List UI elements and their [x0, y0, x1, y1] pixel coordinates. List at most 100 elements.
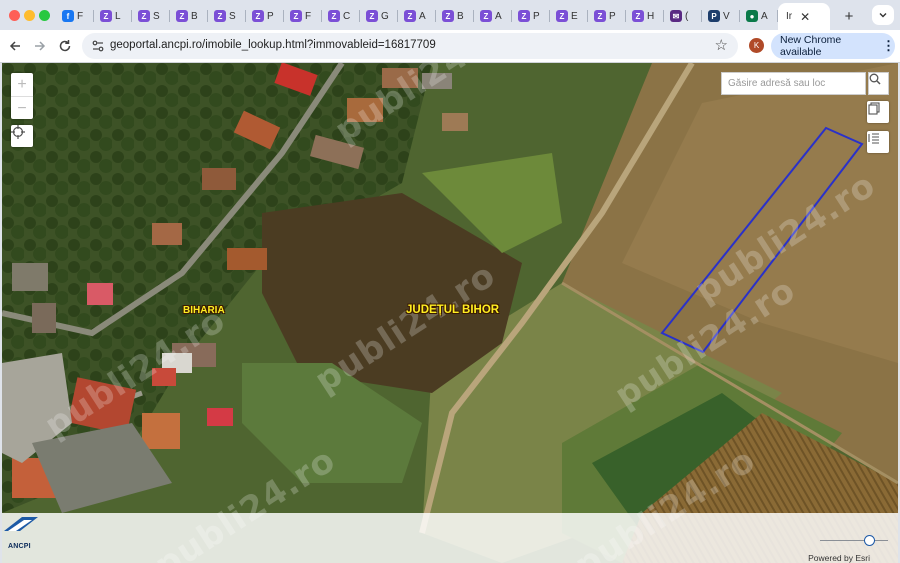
publi24-icon: Z — [632, 10, 644, 22]
tab-label: E — [571, 10, 578, 22]
close-window-button[interactable] — [9, 10, 20, 21]
tab-label: A — [495, 10, 502, 22]
tab-label: A — [419, 10, 426, 22]
tab-8[interactable]: ZC — [322, 4, 360, 28]
chrome-update-button[interactable]: New Chrome available ⋮ — [771, 33, 895, 59]
esri-attribution: Powered by Esri — [808, 553, 870, 563]
tab-18[interactable]: PV — [702, 4, 740, 28]
site-info-icon[interactable] — [91, 39, 105, 53]
layers-stack-icon — [868, 102, 880, 115]
tab-label: G — [381, 10, 389, 22]
url-text: geoportal.ancpi.ro/imobile_lookup.html?i… — [110, 39, 436, 51]
crosshair-icon — [11, 125, 25, 139]
tab-5[interactable]: ZS — [208, 4, 246, 28]
opacity-slider-track[interactable] — [820, 540, 888, 541]
tab-label: F — [77, 10, 84, 22]
tab-label: S — [153, 10, 160, 22]
tab-13[interactable]: ZP — [512, 4, 550, 28]
search-input[interactable] — [722, 73, 852, 94]
new-tab-button[interactable]: + — [838, 4, 860, 28]
locality-label: BIHARIA — [183, 305, 225, 316]
publi24-icon: Z — [214, 10, 226, 22]
tab-label: F — [305, 10, 312, 22]
basemap-button[interactable] — [867, 101, 889, 123]
publi24-icon: Z — [594, 10, 606, 22]
tab-9[interactable]: ZG — [360, 4, 398, 28]
maximize-window-button[interactable] — [39, 10, 50, 21]
publi24-icon: Z — [290, 10, 302, 22]
tab-label: L — [115, 10, 121, 22]
list-icon — [868, 133, 879, 144]
profile-avatar[interactable]: K — [749, 38, 764, 53]
publi24-icon: Z — [556, 10, 568, 22]
tab-6[interactable]: ZP — [246, 4, 284, 28]
publi24-icon: Z — [480, 10, 492, 22]
tab-4[interactable]: ZB — [170, 4, 208, 28]
tab-1[interactable]: fF — [56, 4, 94, 28]
bookmark-star-icon[interactable]: ☆ — [715, 36, 728, 54]
back-button[interactable] — [6, 37, 24, 55]
tab-search-button[interactable] — [872, 5, 894, 25]
mail-icon: ✉ — [670, 10, 682, 22]
tab-label: P — [609, 10, 616, 22]
zoom-control: + − — [11, 73, 33, 119]
arrow-right-icon — [35, 41, 46, 51]
tab-label: H — [647, 10, 655, 22]
tab-label: P — [267, 10, 274, 22]
opacity-slider-knob[interactable] — [864, 535, 875, 546]
tab-19[interactable]: ● A — [740, 4, 778, 28]
ancpi-logo-text: ANCPI — [8, 543, 31, 550]
tab-3[interactable]: ZS — [132, 4, 170, 28]
tab-active[interactable]: Ir ✕ — [778, 3, 830, 30]
tab-2[interactable]: ZL — [94, 4, 132, 28]
search-button[interactable] — [868, 72, 889, 95]
tab-label: S — [229, 10, 236, 22]
tab-11[interactable]: ZB — [436, 4, 474, 28]
more-menu-icon[interactable]: ⋮ — [882, 38, 895, 54]
chevron-down-icon — [879, 13, 887, 18]
ancpi-dot-icon: ● — [746, 10, 758, 22]
tab-12[interactable]: ZA — [474, 4, 512, 28]
tab-label: ( — [685, 10, 689, 22]
arrow-left-icon — [9, 41, 20, 51]
zoom-in-button[interactable]: + — [11, 73, 33, 96]
county-label: JUDEȚUL BIHOR — [406, 304, 500, 316]
tab-7[interactable]: ZF — [284, 4, 322, 28]
tab-label: B — [191, 10, 198, 22]
publi24-icon: Z — [366, 10, 378, 22]
tab-label: C — [343, 10, 351, 22]
locate-button[interactable] — [11, 125, 33, 147]
publi24-icon: Z — [442, 10, 454, 22]
tab-16[interactable]: ZH — [626, 4, 664, 28]
tab-active-label: Ir — [786, 11, 793, 22]
tab-15[interactable]: ZP — [588, 4, 626, 28]
layer-list-button[interactable] — [867, 131, 889, 153]
publi24-icon: Z — [518, 10, 530, 22]
close-tab-icon[interactable]: ✕ — [800, 10, 810, 24]
tab-label: B — [457, 10, 464, 22]
search-icon — [869, 73, 881, 85]
reload-button[interactable] — [56, 37, 74, 55]
tabs-row: f F Z L Z S Z B Z S Z P Z F Z C Z G Z A Z B Z A Z P Z E Z P Z H ✉(P V ● A I… — [56, 3, 860, 30]
tab-14[interactable]: ZE — [550, 4, 588, 28]
publi24-icon: Z — [252, 10, 264, 22]
minimize-window-button[interactable] — [24, 10, 35, 21]
tab-17[interactable]: ✉( — [664, 4, 702, 28]
tab-label: A — [761, 10, 768, 22]
tab-label: P — [533, 10, 540, 22]
update-label: New Chrome available — [780, 34, 842, 58]
address-search — [721, 72, 866, 95]
forward-button[interactable] — [31, 37, 49, 55]
publi24-icon: Z — [328, 10, 340, 22]
map-view[interactable]: publi24.ro publi24.ro publi24.ro publi24… — [2, 63, 898, 563]
publi24-icon: Z — [138, 10, 150, 22]
map-footer: ANCPI Powered by Esri — [2, 513, 898, 563]
publi24-icon: Z — [176, 10, 188, 22]
address-bar[interactable]: geoportal.ancpi.ro/imobile_lookup.html?i… — [82, 33, 738, 59]
tab-10[interactable]: ZA — [398, 4, 436, 28]
zoom-out-button[interactable]: − — [11, 96, 33, 120]
publi24-icon: Z — [100, 10, 112, 22]
publi24-icon: Z — [404, 10, 416, 22]
parking-icon: P — [708, 10, 720, 22]
tab-label: V — [723, 10, 730, 22]
